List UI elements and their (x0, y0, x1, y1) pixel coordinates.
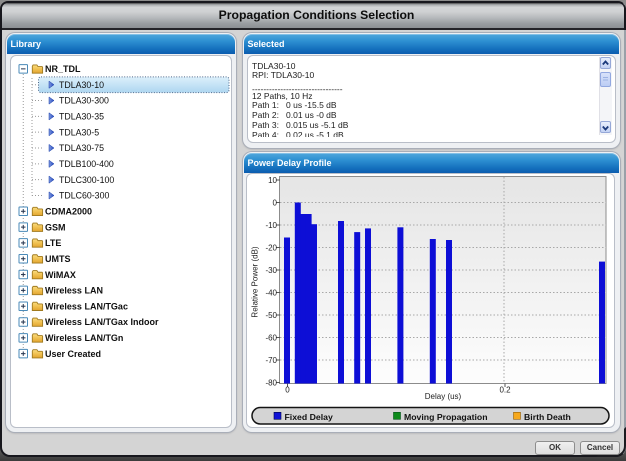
svg-text:-50: -50 (265, 311, 277, 320)
svg-text:Wireless LAN/TGax Indoor: Wireless LAN/TGax Indoor (45, 317, 159, 327)
svg-text:TDLA30-5: TDLA30-5 (59, 127, 99, 137)
svg-text:0.2: 0.2 (499, 386, 511, 395)
svg-text:Wireless LAN/TGn: Wireless LAN/TGn (45, 333, 123, 343)
svg-text:TDLA30-300: TDLA30-300 (59, 96, 109, 106)
svg-text:UMTS: UMTS (45, 254, 71, 264)
svg-text:Delay (us): Delay (us) (425, 392, 462, 401)
svg-text:0: 0 (273, 198, 278, 207)
svg-text:TDLA30-35: TDLA30-35 (59, 112, 104, 122)
svg-text:Wireless LAN: Wireless LAN (45, 286, 103, 296)
svg-text:-30: -30 (265, 266, 277, 275)
svg-text:-60: -60 (265, 333, 277, 342)
svg-text:TDLA30-10: TDLA30-10 (59, 80, 104, 90)
svg-text:0: 0 (285, 386, 290, 395)
svg-text:TDLB100-400: TDLB100-400 (59, 159, 114, 169)
svg-text:TDLA30-75: TDLA30-75 (59, 143, 104, 153)
svg-text:Wireless LAN/TGac: Wireless LAN/TGac (45, 301, 128, 311)
svg-text:Relative Power (dB): Relative Power (dB) (251, 246, 260, 317)
svg-text:User Created: User Created (45, 349, 101, 359)
svg-text:Birth Death: Birth Death (524, 412, 571, 422)
svg-text:CDMA2000: CDMA2000 (45, 206, 92, 216)
svg-text:-40: -40 (265, 288, 277, 297)
svg-text:Moving Propagation: Moving Propagation (404, 412, 488, 422)
svg-text:-80: -80 (265, 378, 277, 387)
svg-text:10: 10 (268, 176, 277, 185)
svg-text:GSM: GSM (45, 222, 66, 232)
svg-text:WiMAX: WiMAX (45, 270, 76, 280)
svg-text:TDLC60-300: TDLC60-300 (59, 191, 109, 201)
svg-text:-10: -10 (265, 221, 277, 230)
svg-text:-70: -70 (265, 356, 277, 365)
svg-text:-20: -20 (265, 243, 277, 252)
svg-text:LTE: LTE (45, 238, 61, 248)
svg-text:TDLC300-100: TDLC300-100 (59, 175, 114, 185)
svg-text:Fixed Delay: Fixed Delay (285, 412, 333, 422)
svg-text:NR_TDL: NR_TDL (45, 64, 81, 74)
